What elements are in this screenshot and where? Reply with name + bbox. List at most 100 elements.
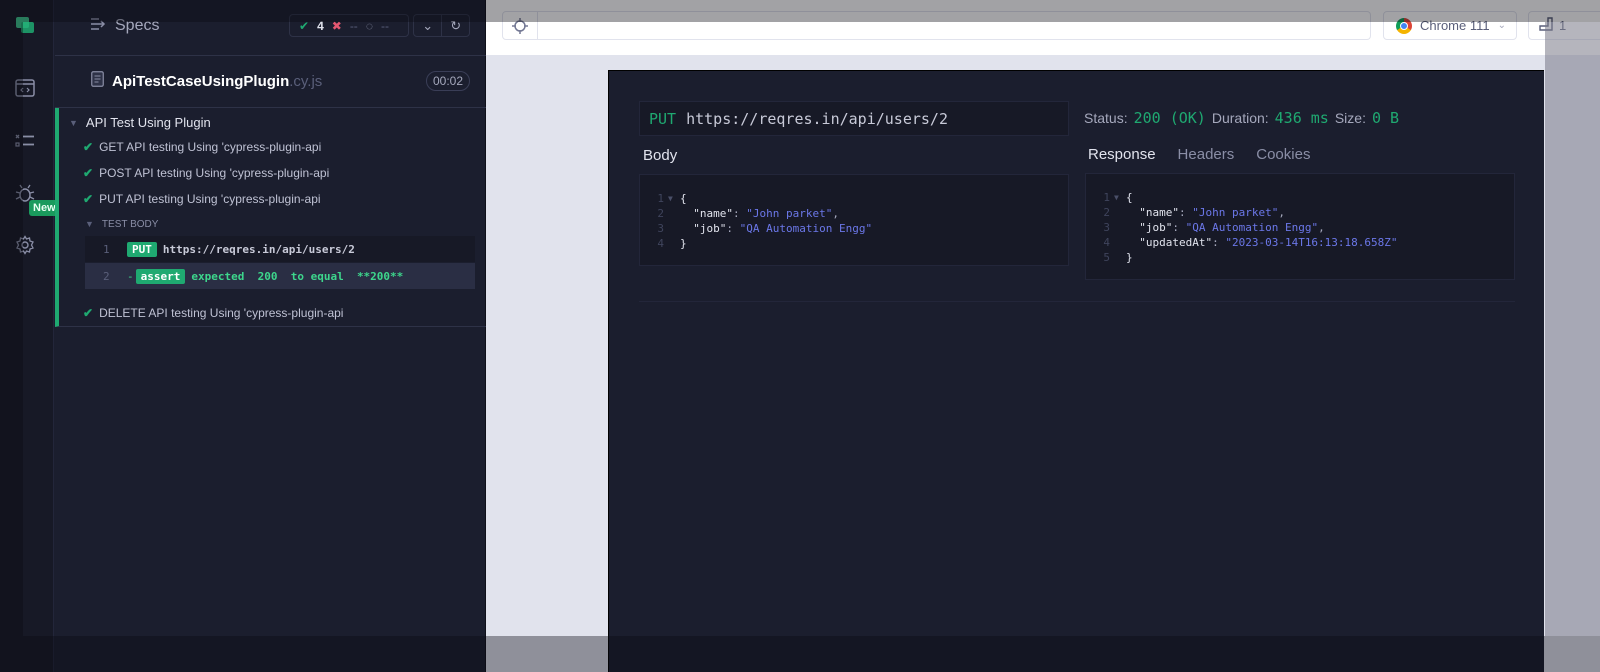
fold-icon <box>1114 235 1126 250</box>
side-nav: New <box>0 0 60 672</box>
refresh-icon: ↻ <box>450 17 462 33</box>
failed-icon: ✖ <box>331 18 342 33</box>
chrome-icon <box>1396 17 1412 34</box>
fold-icon <box>668 206 680 221</box>
collapse-button[interactable]: ⌄ <box>414 15 441 36</box>
tab-headers[interactable]: Headers <box>1178 146 1235 163</box>
command-message: https://reqres.in/api/users/2 <box>162 242 355 256</box>
browser-name: Chrome 111 <box>1420 18 1490 33</box>
json-value: "2023-03-14T16:13:18.658Z" <box>1225 236 1398 249</box>
json-colon: : <box>732 207 747 220</box>
duration-label: Duration: <box>1211 110 1269 126</box>
api-view-frame: PUT https://reqres.in/api/users/2 Status… <box>608 70 1544 672</box>
test-body-toggle[interactable]: ▼ TEST BODY <box>85 219 158 230</box>
reporter-panel: Specs ✔ 4 ✖ -- ◌ -- ⌄ ↻ ApiTestCaseUsing… <box>55 0 486 672</box>
specs-menu-icon <box>91 17 107 35</box>
line-number: 2 <box>657 207 664 220</box>
specs-toggle[interactable]: Specs <box>91 17 159 35</box>
test-title: GET API testing Using 'cypress-plugin-ap… <box>99 140 322 154</box>
json-colon: : <box>1212 236 1226 249</box>
test-item[interactable]: ✔ PUT API testing Using 'cypress-plugin-… <box>83 192 321 206</box>
size-label: Size: <box>1334 110 1366 126</box>
check-icon: ✔ <box>83 306 94 320</box>
line-number: 1 <box>1103 191 1110 204</box>
specs-list-icon[interactable] <box>14 77 36 99</box>
check-icon: ✔ <box>83 140 94 154</box>
duration-value: 436 ms <box>1274 109 1329 127</box>
runs-icon[interactable] <box>14 130 36 152</box>
viewport-size: 1 <box>1559 18 1567 33</box>
suite-title[interactable]: ▼ API Test Using Plugin <box>69 115 211 130</box>
url-bar[interactable] <box>538 11 1371 40</box>
json-colon: : <box>726 222 740 235</box>
command-message: expected 200 to equal **200** <box>191 269 404 283</box>
spec-file-row: ApiTestCaseUsingPlugin .cy.js 00:02 <box>55 56 486 108</box>
fold-icon <box>1114 205 1126 220</box>
settings-icon[interactable] <box>14 234 36 256</box>
json-brace: } <box>680 237 687 250</box>
code-line: 1 ▼{ <box>1086 190 1514 205</box>
command-tag: assert <box>135 268 186 284</box>
viewport-button[interactable]: 1 <box>1528 11 1600 40</box>
selector-playground-button[interactable] <box>502 11 538 40</box>
test-item[interactable]: ✔ POST API testing Using 'cypress-plugin… <box>83 166 329 180</box>
passed-icon: ✔ <box>299 18 310 33</box>
browser-selector[interactable]: Chrome 111 ⌄ <box>1383 11 1517 40</box>
response-tabs: Response Headers Cookies <box>1088 146 1310 163</box>
check-icon: ✔ <box>83 166 94 180</box>
pending-icon: ◌ <box>365 18 373 33</box>
line-number: 4 <box>657 237 664 250</box>
json-value: "QA Automation Engg" <box>739 222 873 235</box>
tab-response[interactable]: Response <box>1088 146 1156 163</box>
reporter-controls: ⌄ ↻ <box>413 14 470 37</box>
command-row[interactable]: 2 - assert expected 200 to equal **200** <box>85 263 475 289</box>
status-value: 200 (OK) <box>1133 109 1206 127</box>
code-line: 4 "updatedAt": "2023-03-14T16:13:18.658Z… <box>1086 235 1514 250</box>
test-title: DELETE API testing Using 'cypress-plugin… <box>99 306 344 320</box>
json-value: "QA Automation Engg" <box>1185 221 1319 234</box>
tab-cookies[interactable]: Cookies <box>1256 146 1310 163</box>
size-value: 0 B <box>1371 109 1400 127</box>
failed-count: -- <box>349 18 358 33</box>
json-key: "name" <box>680 207 733 220</box>
divider <box>639 301 1515 302</box>
command-prefix: - <box>127 269 134 283</box>
json-key: "updatedAt" <box>1126 236 1213 249</box>
json-punct: , <box>832 207 839 220</box>
pending-count: -- <box>380 18 389 33</box>
fold-icon[interactable]: ▼ <box>668 191 680 206</box>
spec-file-ext: .cy.js <box>289 72 323 90</box>
test-item[interactable]: ✔ DELETE API testing Using 'cypress-plug… <box>83 306 343 320</box>
crosshair-icon <box>512 17 528 34</box>
line-number: 4 <box>1103 236 1110 249</box>
document-icon <box>91 71 104 91</box>
spec-file-name[interactable]: ApiTestCaseUsingPlugin <box>112 73 289 90</box>
command-tag: PUT <box>127 241 157 257</box>
command-number: 2 <box>103 269 110 283</box>
chevron-down-icon: ▼ <box>69 117 78 128</box>
rerun-button[interactable]: ↻ <box>441 15 469 36</box>
command-row[interactable]: 1 PUT https://reqres.in/api/users/2 <box>85 236 475 262</box>
code-line: 1 ▼{ <box>640 191 1068 206</box>
reporter-header: Specs ✔ 4 ✖ -- ◌ -- ⌄ ↻ <box>55 0 486 56</box>
suite-block: ▼ API Test Using Plugin ✔ GET API testin… <box>55 108 486 327</box>
response-status-line: Status: 200 (OK) Duration: 436 ms Size: … <box>1084 109 1399 127</box>
check-icon: ✔ <box>83 192 94 206</box>
line-number: 5 <box>1103 251 1110 264</box>
code-line: 3 "job": "QA Automation Engg", <box>1086 220 1514 235</box>
chevron-down-icon: ⌄ <box>1497 20 1506 31</box>
json-colon: : <box>1172 221 1186 234</box>
request-method: PUT <box>649 109 677 128</box>
passed-count: 4 <box>317 18 324 33</box>
fold-icon <box>668 221 680 236</box>
cypress-logo-icon[interactable] <box>16 17 34 33</box>
test-item[interactable]: ✔ GET API testing Using 'cypress-plugin-… <box>83 140 321 154</box>
fold-icon[interactable]: ▼ <box>1114 190 1126 205</box>
request-url: https://reqres.in/api/users/2 <box>686 109 948 128</box>
json-punct: , <box>1278 206 1285 219</box>
code-line: 2 "name": "John parket", <box>1086 205 1514 220</box>
json-key: "job" <box>1126 221 1173 234</box>
line-number: 3 <box>1103 221 1110 234</box>
response-body-code: 1 ▼{2 "name": "John parket", 3 "job": "QA … <box>1085 173 1515 280</box>
aut-area: PUT https://reqres.in/api/users/2 Status… <box>486 56 1600 672</box>
